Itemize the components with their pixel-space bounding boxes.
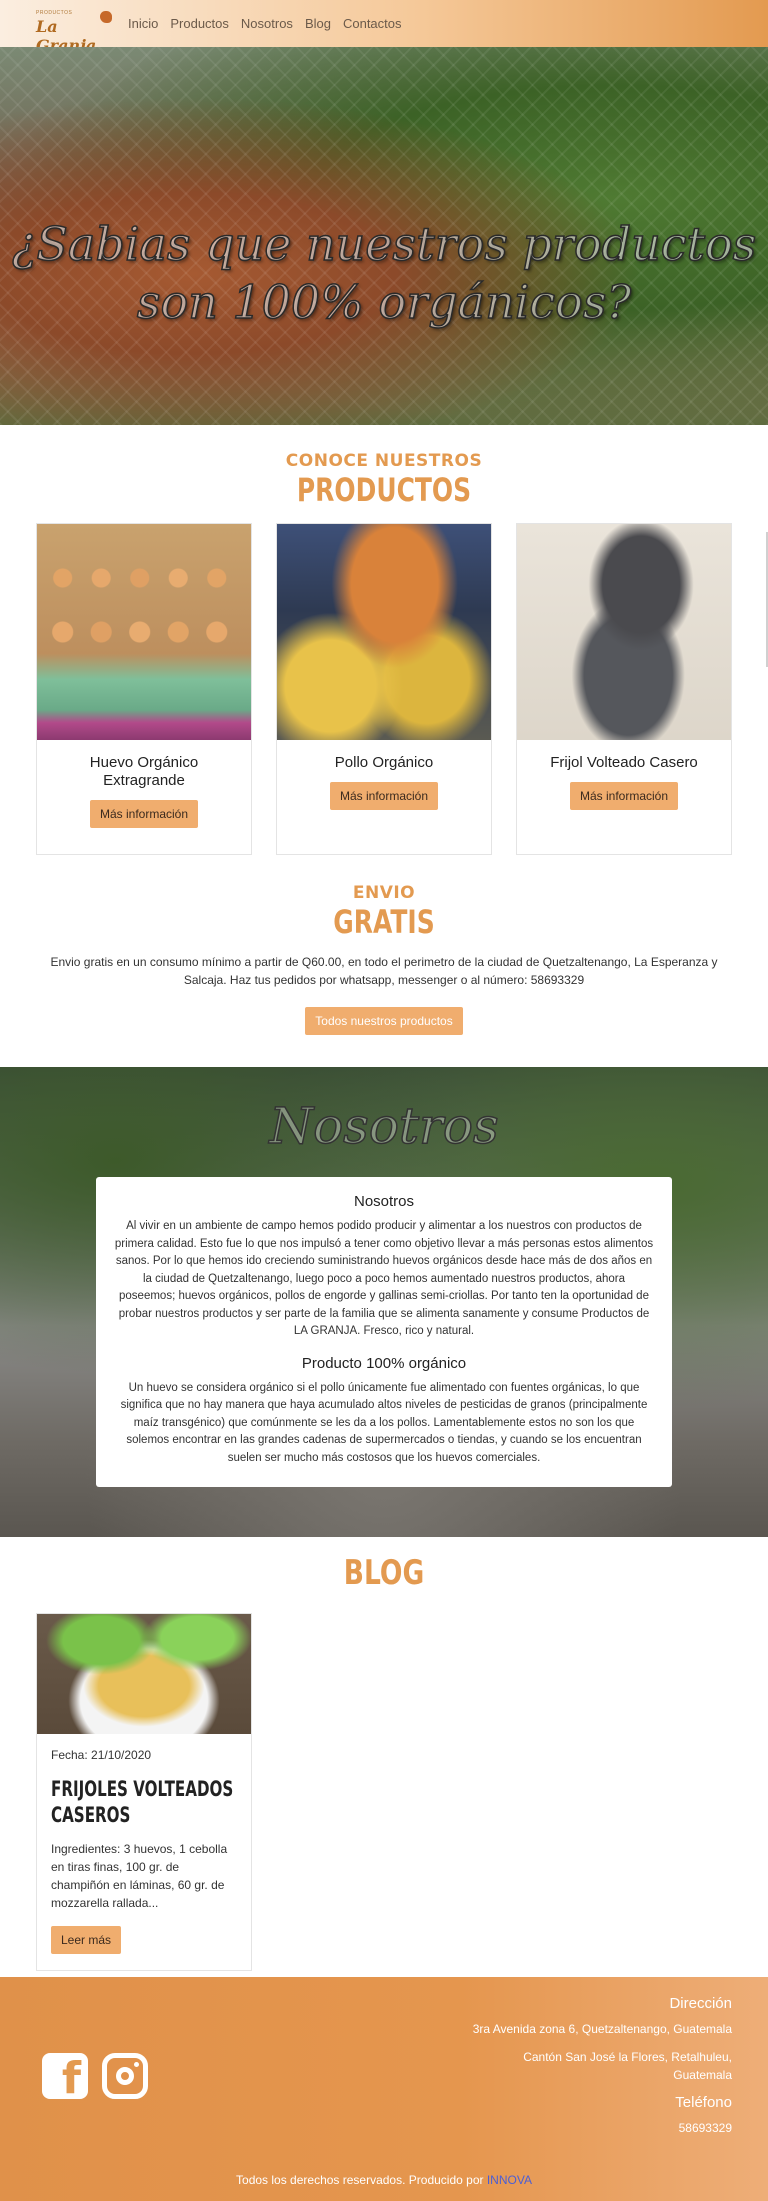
about-section: Nosotros Nosotros Al vivir en un ambient… (0, 1067, 768, 1537)
copyright: Todos los derechos reservados. Producido… (0, 2173, 768, 2187)
hero-title-line1: ¿Sabias que nuestros productos (11, 216, 757, 272)
product-image-eggs (37, 524, 251, 740)
about-text: Al vivir en un ambiente de campo hemos p… (114, 1220, 654, 1337)
product-card: Huevo Orgánico Extragrande Más informaci… (36, 523, 252, 855)
hero-banner: ¿Sabias que nuestros productos son 100% … (0, 47, 768, 425)
phone-label: Teléfono (675, 2094, 732, 2111)
innova-link[interactable]: INNOVA (487, 2173, 532, 2187)
phone-number: 58693329 (678, 2121, 732, 2135)
shipping-subtitle: ENVIO (352, 883, 416, 903)
facebook-icon[interactable]: f (42, 2053, 88, 2101)
address-label: Dirección (669, 1995, 732, 2012)
nav-link-inicio[interactable]: Inicio (128, 16, 158, 31)
read-more-button[interactable]: Leer más (51, 1926, 122, 1954)
products-title: PRODUCTOS (296, 471, 472, 509)
address-1: 3ra Avenida zona 6, Quetzaltenango, Guat… (472, 2022, 732, 2036)
nav-link-nosotros[interactable]: Nosotros (241, 16, 293, 31)
about-box: Nosotros Al vivir en un ambiente de camp… (96, 1177, 672, 1487)
rooster-icon (100, 10, 112, 23)
blog-excerpt: Ingredientes: 3 huevos, 1 cebolla en tir… (51, 1842, 228, 1910)
contact-info: Dirección 3ra Avenida zona 6, Quetzalten… (472, 1995, 732, 2147)
product-name: Huevo Orgánico Extragrande (89, 754, 199, 789)
social-links: f (42, 2053, 148, 2101)
organic-text: Un huevo se considera orgánico si el pol… (120, 1381, 648, 1464)
address-2: Cantón San José la Flores, Retalhuleu, G… (523, 2050, 732, 2082)
products-subtitle: CONOCE NUESTROS (285, 451, 483, 471)
hero-title: ¿Sabias que nuestros productos son 100% … (0, 215, 768, 331)
blog-post-title: FRIJOLES VOLTEADOS CASEROS (51, 1777, 234, 1827)
products-section: CONOCE NUESTROS PRODUCTOS Huevo Orgánico… (0, 425, 768, 855)
product-card: Frijol Volteado Casero Más información (516, 523, 732, 855)
more-info-button[interactable]: Más información (329, 782, 439, 810)
all-products-button[interactable]: Todos nuestros productos (305, 1007, 463, 1035)
instagram-icon[interactable] (102, 2053, 148, 2099)
hero-title-line2: son 100% orgánicos? (136, 274, 632, 330)
more-info-button[interactable]: Más información (89, 800, 199, 828)
copyright-text: Todos los derechos reservados. Producido… (236, 2173, 484, 2187)
nav-links: Inicio Productos Nosotros Blog Contactos (128, 16, 402, 31)
product-image-chicken (277, 524, 491, 740)
product-name: Pollo Orgánico (334, 754, 434, 771)
logo[interactable]: PRODUCTOS La Granja (36, 6, 112, 55)
blog-title: BLOG (343, 1553, 425, 1593)
shipping-section: ENVIO GRATIS Envio gratis en un consumo … (0, 855, 768, 1035)
more-info-button[interactable]: Más información (569, 782, 679, 810)
blog-section: BLOG Fecha: 21/10/2020 FRIJOLES VOLTEADO… (0, 1537, 768, 1977)
blog-card: Fecha: 21/10/2020 FRIJOLES VOLTEADOS CAS… (36, 1613, 252, 1971)
product-image-beans (517, 524, 731, 740)
nav-link-contactos[interactable]: Contactos (343, 16, 402, 31)
organic-heading: Producto 100% orgánico (301, 1354, 467, 1372)
blog-date: Fecha: 21/10/2020 (51, 1748, 152, 1762)
product-card: Pollo Orgánico Más información (276, 523, 492, 855)
shipping-title: GRATIS (333, 903, 435, 941)
logo-tagline: PRODUCTOS (36, 9, 73, 16)
shipping-text: Envio gratis en un consumo mínimo a part… (50, 955, 718, 987)
footer: f Dirección 3ra Avenida zona 6, Quetzalt… (0, 1977, 768, 2201)
product-list: Huevo Orgánico Extragrande Más informaci… (0, 509, 768, 855)
navbar: PRODUCTOS La Granja Inicio Productos Nos… (0, 0, 768, 55)
about-heading: Nosotros (353, 1193, 415, 1210)
nav-link-blog[interactable]: Blog (305, 16, 331, 31)
product-name: Frijol Volteado Casero (550, 754, 698, 771)
about-banner-title: Nosotros (269, 1096, 500, 1156)
blog-image (37, 1614, 251, 1734)
nav-link-productos[interactable]: Productos (170, 16, 229, 31)
